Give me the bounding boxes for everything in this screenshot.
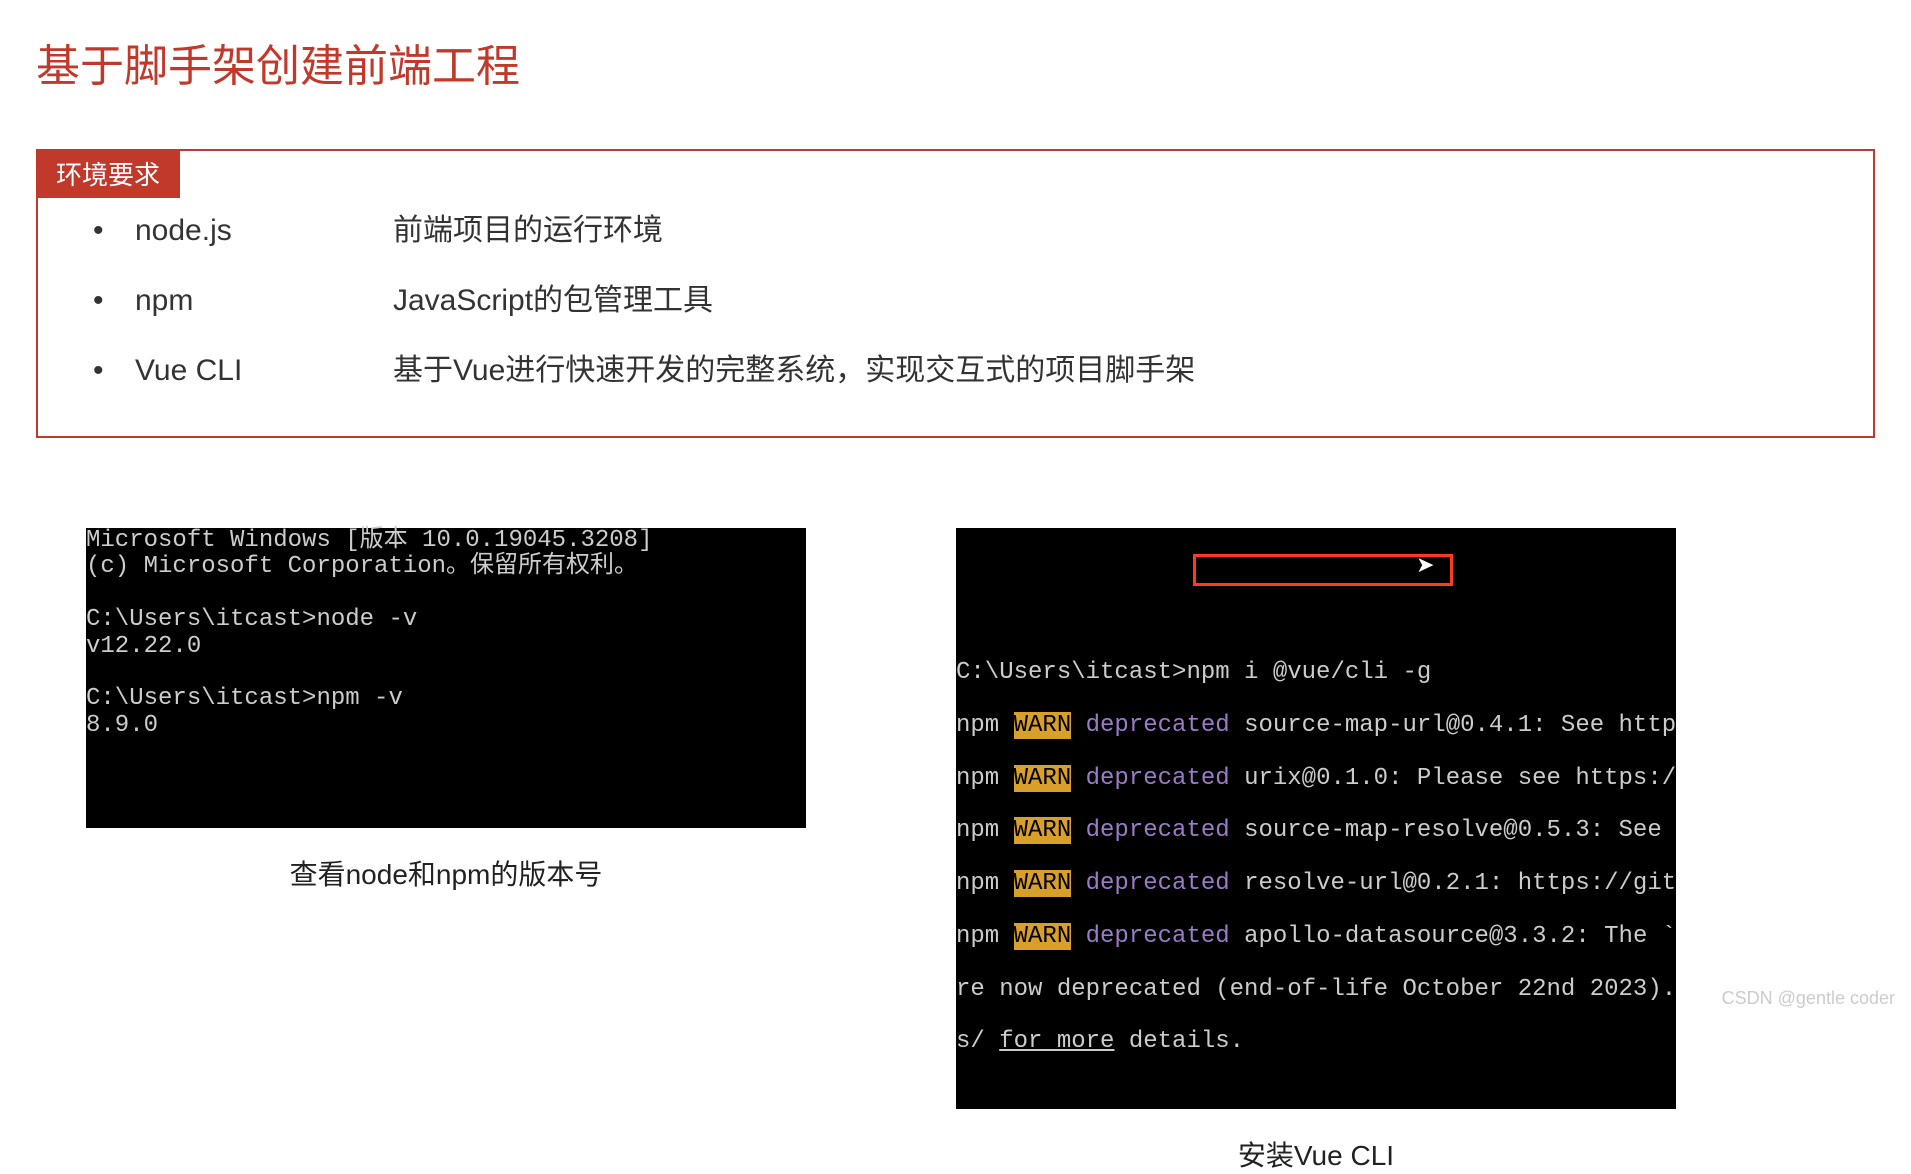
req-desc: 前端项目的运行环境 [393, 196, 663, 266]
command: npm i @vue/cli -g [1186, 659, 1431, 686]
page-title: 基于脚手架创建前端工程 [36, 30, 1875, 94]
terminal-left-caption: 查看node和npm的版本号 [290, 853, 603, 893]
prompt: C:\Users\itcast> [956, 659, 1186, 686]
highlight-box-icon [1193, 554, 1453, 586]
section-tag: 环境要求 [36, 149, 180, 198]
req-name: Vue CLI [135, 336, 393, 406]
terminal-left: Microsoft Windows [版本 10.0.19045.3208] (… [86, 528, 806, 828]
terminal-right-caption: 安装Vue CLI [1238, 1134, 1394, 1174]
list-item: • node.js 前端项目的运行环境 [93, 196, 1843, 266]
req-desc: JavaScript的包管理工具 [393, 266, 713, 336]
right-terminal-block: ➤ C:\Users\itcast>npm i @vue/cli -g npm … [956, 528, 1676, 1174]
terminal-right: ➤ C:\Users\itcast>npm i @vue/cli -g npm … [956, 528, 1676, 1109]
bullet-icon: • [93, 266, 135, 336]
req-name: npm [135, 266, 393, 336]
req-name: node.js [135, 196, 393, 266]
list-item: • Vue CLI 基于Vue进行快速开发的完整系统，实现交互式的项目脚手架 [93, 336, 1843, 406]
watermark: CSDN @gentle coder [1722, 988, 1895, 1009]
list-item: • npm JavaScript的包管理工具 [93, 266, 1843, 336]
bullet-icon: • [93, 196, 135, 266]
requirements-section: 环境要求 • node.js 前端项目的运行环境 • npm JavaScrip… [36, 149, 1875, 438]
cursor-icon: ➤ [1416, 555, 1434, 579]
req-desc: 基于Vue进行快速开发的完整系统，实现交互式的项目脚手架 [393, 336, 1195, 406]
requirements-list: • node.js 前端项目的运行环境 • npm JavaScript的包管理… [93, 196, 1843, 406]
left-terminal-block: Microsoft Windows [版本 10.0.19045.3208] (… [86, 528, 806, 1174]
bullet-icon: • [93, 336, 135, 406]
